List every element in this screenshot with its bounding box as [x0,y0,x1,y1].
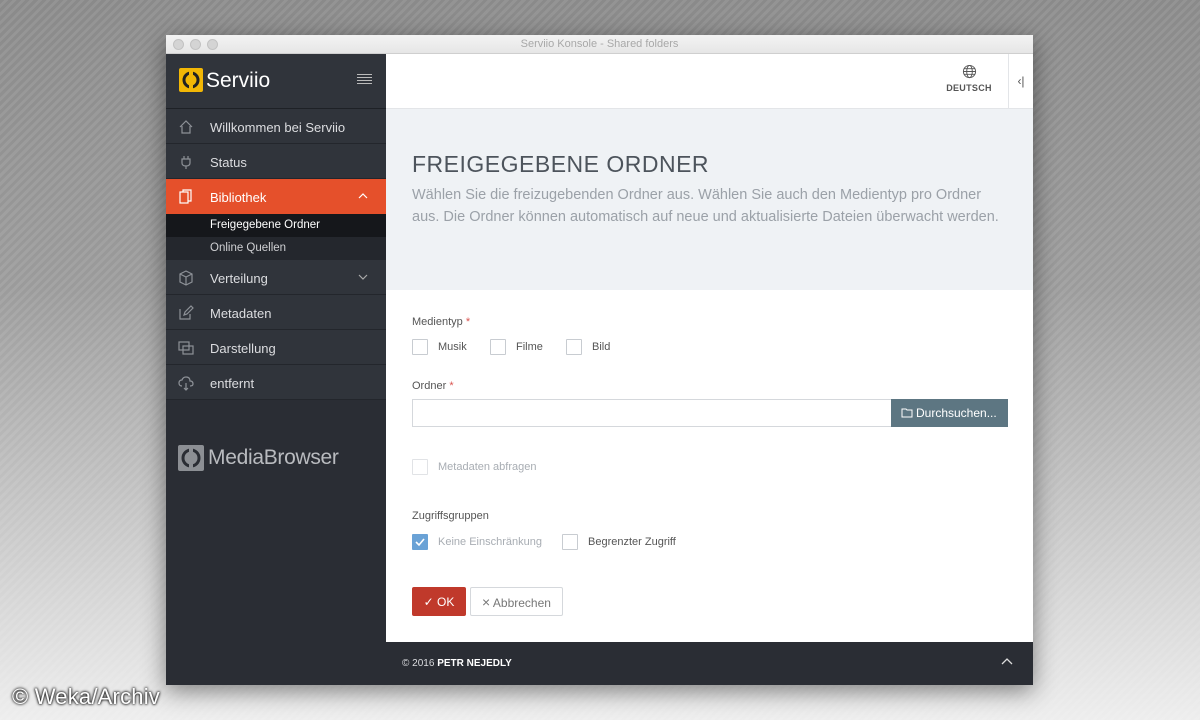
media-type-label: Medientyp * [412,316,471,328]
home-icon [179,120,193,134]
edit-icon [179,305,194,320]
folder-input[interactable] [412,399,892,427]
serviio-logo-icon [179,68,203,92]
presentation-icon [178,341,194,355]
sidebar-item-label: Darstellung [210,341,276,356]
language-selector[interactable]: DEUTSCH [939,64,999,93]
window-title: Serviio Konsole - Shared folders [520,38,679,50]
close-icon: × [482,593,491,610]
cancel-button-label: Abbrechen [492,595,551,610]
sidebar-item-bibliothek[interactable]: Bibliothek [166,179,386,214]
top-bar: DEUTSCH ‹| [386,54,1033,109]
checkbox-musik[interactable] [412,339,428,355]
collapse-panel-icon[interactable]: ‹| [1008,54,1033,109]
cloud-icon [178,376,194,391]
sidebar: Serviio Willkommen bei Serviio Status Bi… [166,54,386,685]
sidebar-subitem-label: Freigegebene Ordner [210,219,320,231]
sidebar-subitem-online-quellen[interactable]: Online Quellen [166,237,386,260]
brand-name: Serviio [206,69,271,92]
checkbox-filme[interactable] [490,339,506,355]
folder-label: Ordner * [412,380,454,392]
globe-icon [962,64,976,79]
footer: © 2016 PETR NEJEDLY [386,642,1033,685]
sidebar-item-status[interactable]: Status [166,144,386,179]
scroll-top-icon[interactable] [1000,655,1014,669]
watermark: © Weka/Archiv [12,684,160,709]
ok-button-label: OK [437,594,455,609]
browse-button-label: Durchsuchen... [916,406,997,420]
sidebar-item-label: Verteilung [210,271,268,286]
cube-icon [179,270,193,286]
mediabrowser-logo-icon [178,445,204,471]
chevron-down-icon[interactable] [356,270,370,284]
checkbox-bild[interactable] [566,339,582,355]
sidebar-item-label: Willkommen bei Serviio [210,120,346,135]
sidebar-item-entfernt[interactable]: entfernt [166,365,386,400]
sidebar-nav: Willkommen bei Serviio Status Bibliothek… [166,109,386,400]
page-header: FREIGEGEBENE ORDNER Wählen Sie die freiz… [386,109,1033,290]
access-groups-label: Zugriffsgruppen [412,510,489,522]
sidebar-item-label: Status [210,155,247,170]
checkbox-musik-label: Musik [438,341,467,353]
copyright: © 2016 PETR NEJEDLY [402,658,512,669]
sidebar-subitem-label: Online Quellen [210,242,287,254]
checkbox-begrenzter-zugriff-label: Begrenzter Zugriff [588,536,676,548]
mediabrowser-name: MediaBrowser [208,446,339,469]
sidebar-item-willkommen[interactable]: Willkommen bei Serviio [166,109,386,144]
sidebar-submenu: Freigegebene Ordner Online Quellen [166,214,386,260]
check-icon [415,538,425,547]
checkbox-metadaten[interactable] [412,459,428,475]
sidebar-subitem-freigegebene-ordner[interactable]: Freigegebene Ordner [166,214,386,237]
sidebar-item-label: entfernt [210,376,255,391]
library-icon [179,189,192,204]
ok-button[interactable]: ✓ OK [412,587,466,616]
checkbox-keine-einschraenkung[interactable] [412,534,428,550]
hamburger-menu-icon[interactable] [357,74,372,86]
brand: Serviio [166,54,386,109]
language-label: DEUTSCH [946,83,992,93]
browse-button[interactable]: Durchsuchen... [891,399,1008,427]
sidebar-item-darstellung[interactable]: Darstellung [166,330,386,365]
title-bar: Serviio Konsole - Shared folders [166,35,1033,54]
sidebar-item-label: Bibliothek [210,190,267,205]
sidebar-item-verteilung[interactable]: Verteilung [166,260,386,295]
checkmark-icon: ✓ [423,594,434,609]
checkbox-keine-einschraenkung-label: Keine Einschränkung [438,536,542,548]
page-description: Wählen Sie die freizugebenden Ordner aus… [412,187,999,225]
folder-icon [901,408,913,418]
checkbox-filme-label: Filme [516,341,543,353]
main-content: DEUTSCH ‹| FREIGEGEBENE ORDNER Wählen Si… [386,54,1033,685]
plug-icon [181,156,191,169]
checkbox-metadaten-label: Metadaten abfragen [438,461,537,473]
sidebar-item-metadaten[interactable]: Metadaten [166,295,386,330]
sidebar-item-label: Metadaten [210,306,272,321]
checkbox-bild-label: Bild [592,341,611,353]
checkbox-begrenzter-zugriff[interactable] [562,534,578,550]
chevron-up-icon[interactable] [356,189,370,203]
cancel-button[interactable]: × Abbrechen [470,587,563,616]
page-title: FREIGEGEBENE ORDNER [412,151,710,177]
app-window: Serviio Konsole - Shared folders Serviio… [166,35,1033,685]
